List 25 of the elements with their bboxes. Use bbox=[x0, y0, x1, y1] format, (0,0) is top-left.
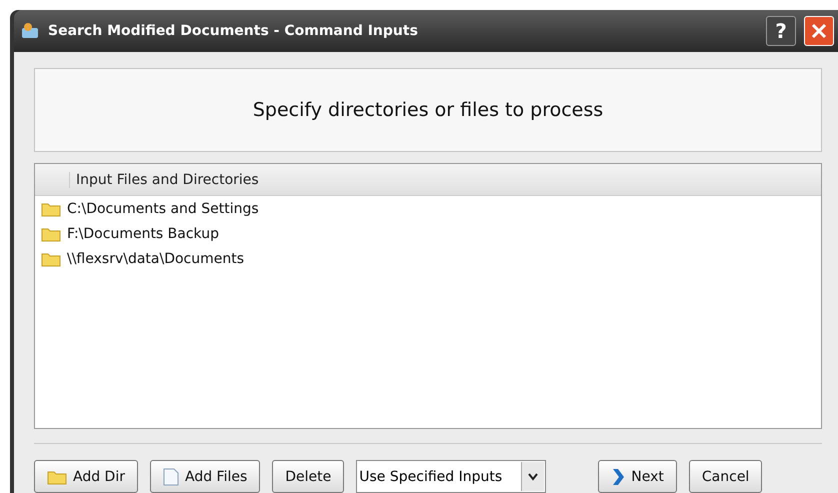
button[interactable]: Cancel bbox=[688, 460, 762, 493]
button[interactable]: Add Files bbox=[150, 460, 260, 493]
mode-dropdown[interactable]: Use Specified Inputs bbox=[356, 460, 546, 493]
close-button[interactable] bbox=[804, 16, 834, 46]
app-icon bbox=[20, 22, 40, 40]
close-icon bbox=[810, 22, 828, 40]
document-icon bbox=[162, 468, 179, 486]
chevron-right-icon bbox=[611, 468, 626, 486]
list-item[interactable]: F:\Documents Backup bbox=[35, 221, 821, 246]
next-button[interactable]: Next bbox=[598, 460, 677, 493]
path-text: \\flexsrv\data\Documents bbox=[67, 250, 244, 266]
window-title: Search Modified Documents - Command Inputs bbox=[48, 23, 419, 39]
list-item[interactable]: C:\Documents and Settings bbox=[35, 196, 821, 221]
button[interactable]: Delete bbox=[272, 460, 344, 493]
path-text: C:\Documents and Settings bbox=[67, 200, 259, 216]
heading: Specify directories or files to process bbox=[252, 99, 604, 121]
folder-icon bbox=[47, 468, 67, 484]
column-header[interactable]: Input Files and Directories bbox=[35, 164, 821, 196]
button[interactable]: Add Dir bbox=[34, 460, 138, 493]
folder-icon bbox=[41, 226, 61, 242]
folder-icon bbox=[41, 250, 61, 266]
list-item[interactable]: \\flexsrv\data\Documents bbox=[35, 246, 821, 271]
help-button[interactable]: ? bbox=[766, 16, 796, 46]
path-text: F:\Documents Backup bbox=[67, 226, 219, 242]
folder-icon bbox=[41, 200, 61, 216]
